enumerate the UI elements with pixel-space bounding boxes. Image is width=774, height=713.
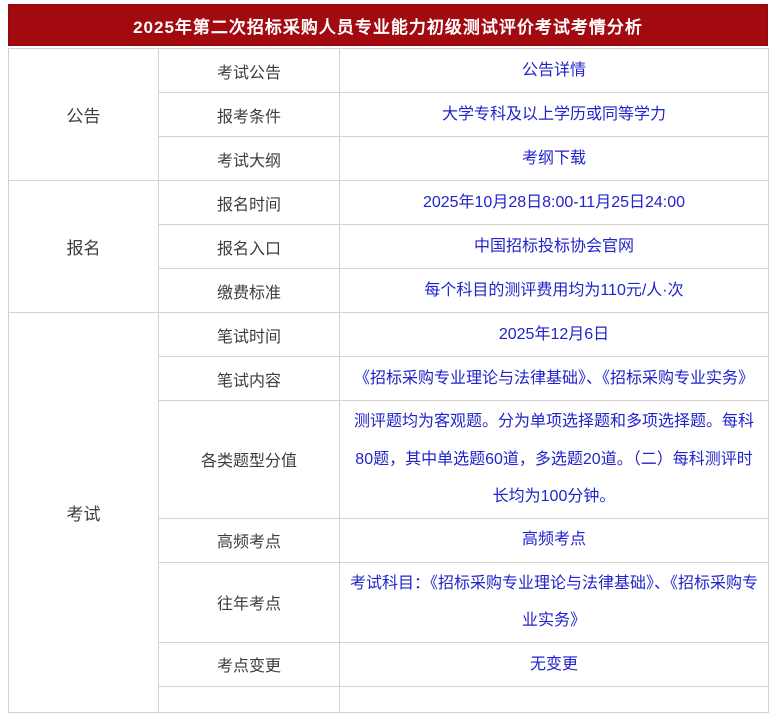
registration-portal-link[interactable]: 中国招标投标协会官网: [339, 224, 769, 269]
cutoff-value-cell: [339, 685, 769, 713]
high-frequency-points-link[interactable]: 高频考点: [339, 517, 769, 563]
eligibility-value: 大学专科及以上学历或同等学力: [339, 92, 769, 137]
exam-site-change-value: 无变更: [339, 641, 769, 687]
row-label-eligibility: 报考条件: [158, 92, 340, 137]
row-label-written-exam-content: 笔试内容: [158, 356, 340, 401]
written-exam-date-value: 2025年12月6日: [339, 312, 769, 357]
page-title-banner: 2025年第二次招标采购人员专业能力初级测试评价考试考情分析: [8, 4, 768, 46]
row-label-question-types: 各类题型分值: [158, 400, 340, 519]
table-row: 公告 考试公告 公告详情: [8, 48, 769, 181]
table-row: 报名 报名时间 2025年10月28日8:00-11月25日24:00: [8, 180, 769, 313]
category-announcement: 公告: [8, 48, 159, 181]
announcement-details-link[interactable]: 公告详情: [339, 48, 769, 93]
question-types-value: 测评题均为客观题。分为单项选择题和多项选择题。每科80题，其中单选题60道，多选…: [339, 400, 769, 519]
row-label-past-exam-points: 往年考点: [158, 561, 340, 643]
past-exam-points-value: 考试科目：《招标采购专业理论与法律基础》、《招标采购专业实务》: [339, 561, 769, 643]
exam-info-table: 公告 考试公告 公告详情 报考条件 大学专科及以上学历或同等学力 考试大纲 考纲…: [8, 48, 769, 713]
row-label-payment-standard: 缴费标准: [158, 268, 340, 313]
payment-standard-value: 每个科目的测评费用均为110元/人·次: [339, 268, 769, 313]
registration-time-value: 2025年10月28日8:00-11月25日24:00: [339, 180, 769, 225]
row-label-registration-portal: 报名入口: [158, 224, 340, 269]
row-label-written-exam-time: 笔试时间: [158, 312, 340, 357]
page-title: 2025年第二次招标采购人员专业能力初级测试评价考试考情分析: [133, 17, 643, 37]
row-label-exam-outline: 考试大纲: [158, 136, 340, 181]
row-label-exam-site-change: 考点变更: [158, 641, 340, 687]
table-row: 考试 笔试时间 2025年12月6日: [8, 312, 769, 713]
row-label-registration-time: 报名时间: [158, 180, 340, 225]
syllabus-download-link[interactable]: 考纲下载: [339, 136, 769, 181]
written-exam-subjects-value: 《招标采购专业理论与法律基础》、《招标采购专业实务》: [339, 356, 769, 401]
cutoff-label-cell: [158, 685, 340, 713]
category-exam: 考试: [8, 312, 159, 713]
row-label-exam-announcement: 考试公告: [158, 48, 340, 93]
category-registration: 报名: [8, 180, 159, 313]
row-label-high-frequency-points: 高频考点: [158, 517, 340, 563]
